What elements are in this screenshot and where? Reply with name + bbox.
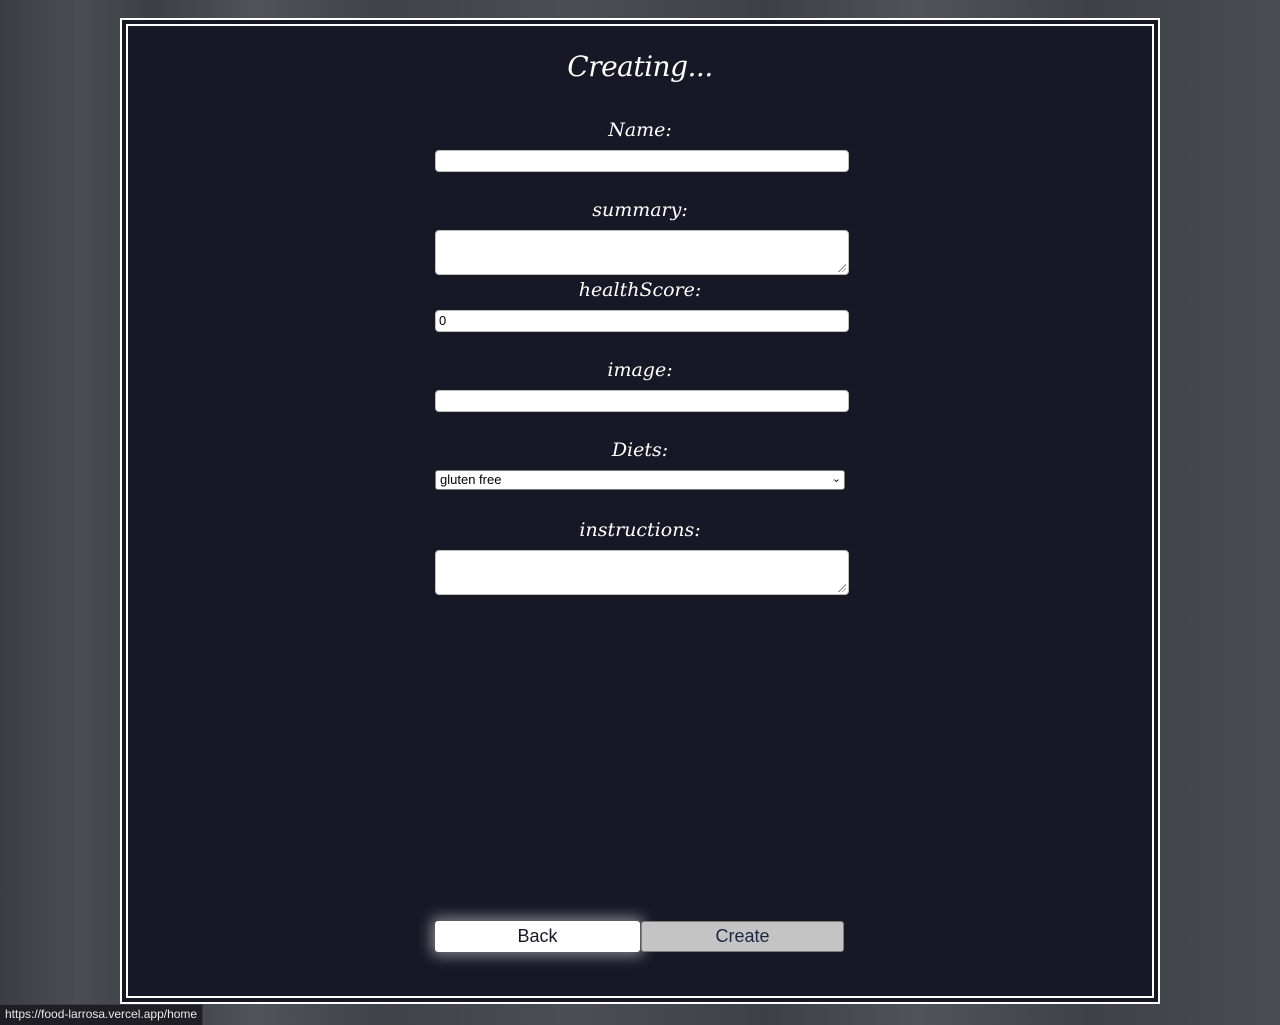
- page-title: Creating...: [567, 50, 713, 83]
- status-bar-url: https://food-larrosa.vercel.app/home: [0, 1004, 204, 1025]
- name-input[interactable]: [435, 150, 849, 172]
- diets-selected-value: gluten free: [440, 472, 502, 487]
- diets-select[interactable]: gluten free ⌄: [435, 470, 845, 490]
- diets-label: Diets:: [611, 439, 669, 461]
- resize-handle-icon[interactable]: [838, 264, 846, 272]
- instructions-textarea[interactable]: [435, 550, 849, 595]
- image-label: image:: [607, 359, 673, 381]
- summary-textarea[interactable]: [435, 230, 849, 275]
- summary-label: summary:: [592, 199, 688, 221]
- instructions-label: instructions:: [579, 519, 701, 541]
- create-button[interactable]: Create: [641, 921, 844, 952]
- chevron-down-icon: ⌄: [831, 472, 841, 485]
- back-button[interactable]: Back: [435, 921, 640, 952]
- resize-handle-icon[interactable]: [838, 584, 846, 592]
- name-label: Name:: [608, 119, 672, 141]
- health-score-input[interactable]: 0: [435, 310, 849, 332]
- image-input[interactable]: [435, 390, 849, 412]
- health-score-label: healthScore:: [578, 279, 702, 301]
